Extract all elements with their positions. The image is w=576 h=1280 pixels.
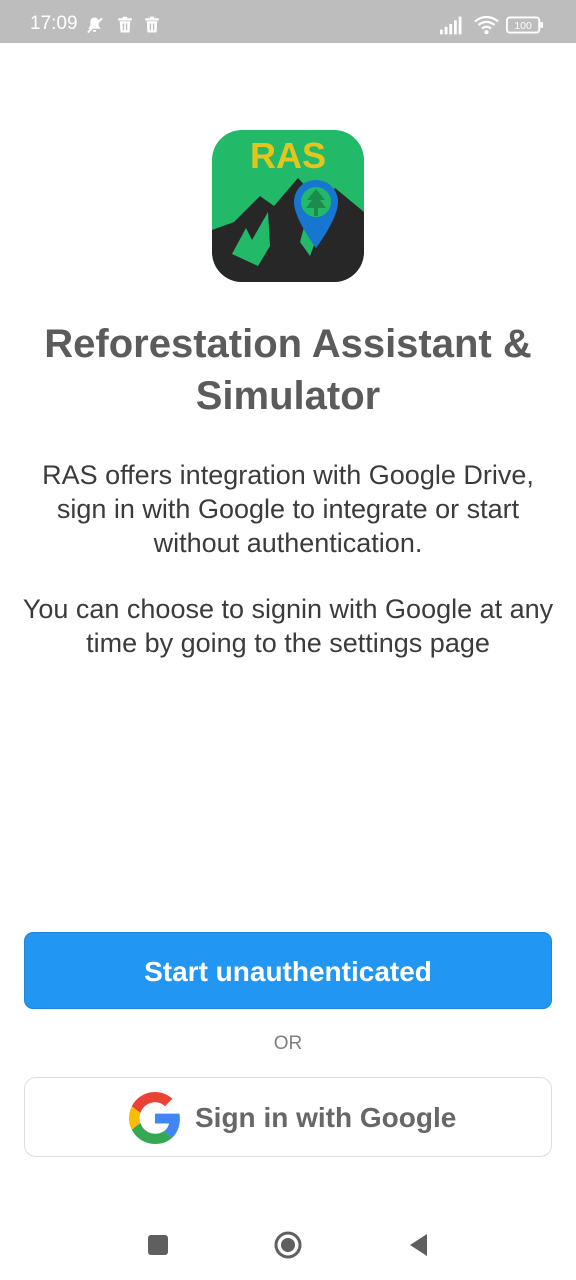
start-unauthenticated-button[interactable]: Start unauthenticated: [24, 932, 552, 1009]
wifi-icon: [474, 15, 499, 35]
description-text: RAS offers integration with Google Drive…: [42, 460, 534, 558]
google-button-label: Sign in with Google: [195, 1102, 457, 1133]
sign-in-with-google-button[interactable]: Sign in with Google: [24, 1077, 552, 1157]
page-title: Reforestation Assistant & Simulator: [44, 322, 532, 418]
notification-off-icon: [87, 17, 103, 34]
recent-apps-icon[interactable]: [143, 1230, 173, 1260]
app-logo: RAS: [212, 130, 364, 282]
trash-icon: [118, 16, 132, 33]
status-time: 17:09: [30, 13, 78, 34]
signal-icon: [440, 16, 462, 35]
navigation-bar: [0, 1210, 576, 1280]
status-bar: 17:09 100: [0, 0, 576, 43]
trash-icon: [145, 16, 159, 33]
settings-hint-text: You can choose to signin with Google at …: [22, 594, 554, 658]
home-icon[interactable]: [273, 1230, 303, 1260]
battery-icon: 100: [506, 16, 544, 34]
battery-level: 100: [514, 21, 532, 32]
google-icon: [129, 1092, 180, 1144]
logo-text: RAS: [250, 135, 326, 176]
or-separator: OR: [273, 1033, 303, 1054]
back-icon[interactable]: [404, 1230, 434, 1260]
